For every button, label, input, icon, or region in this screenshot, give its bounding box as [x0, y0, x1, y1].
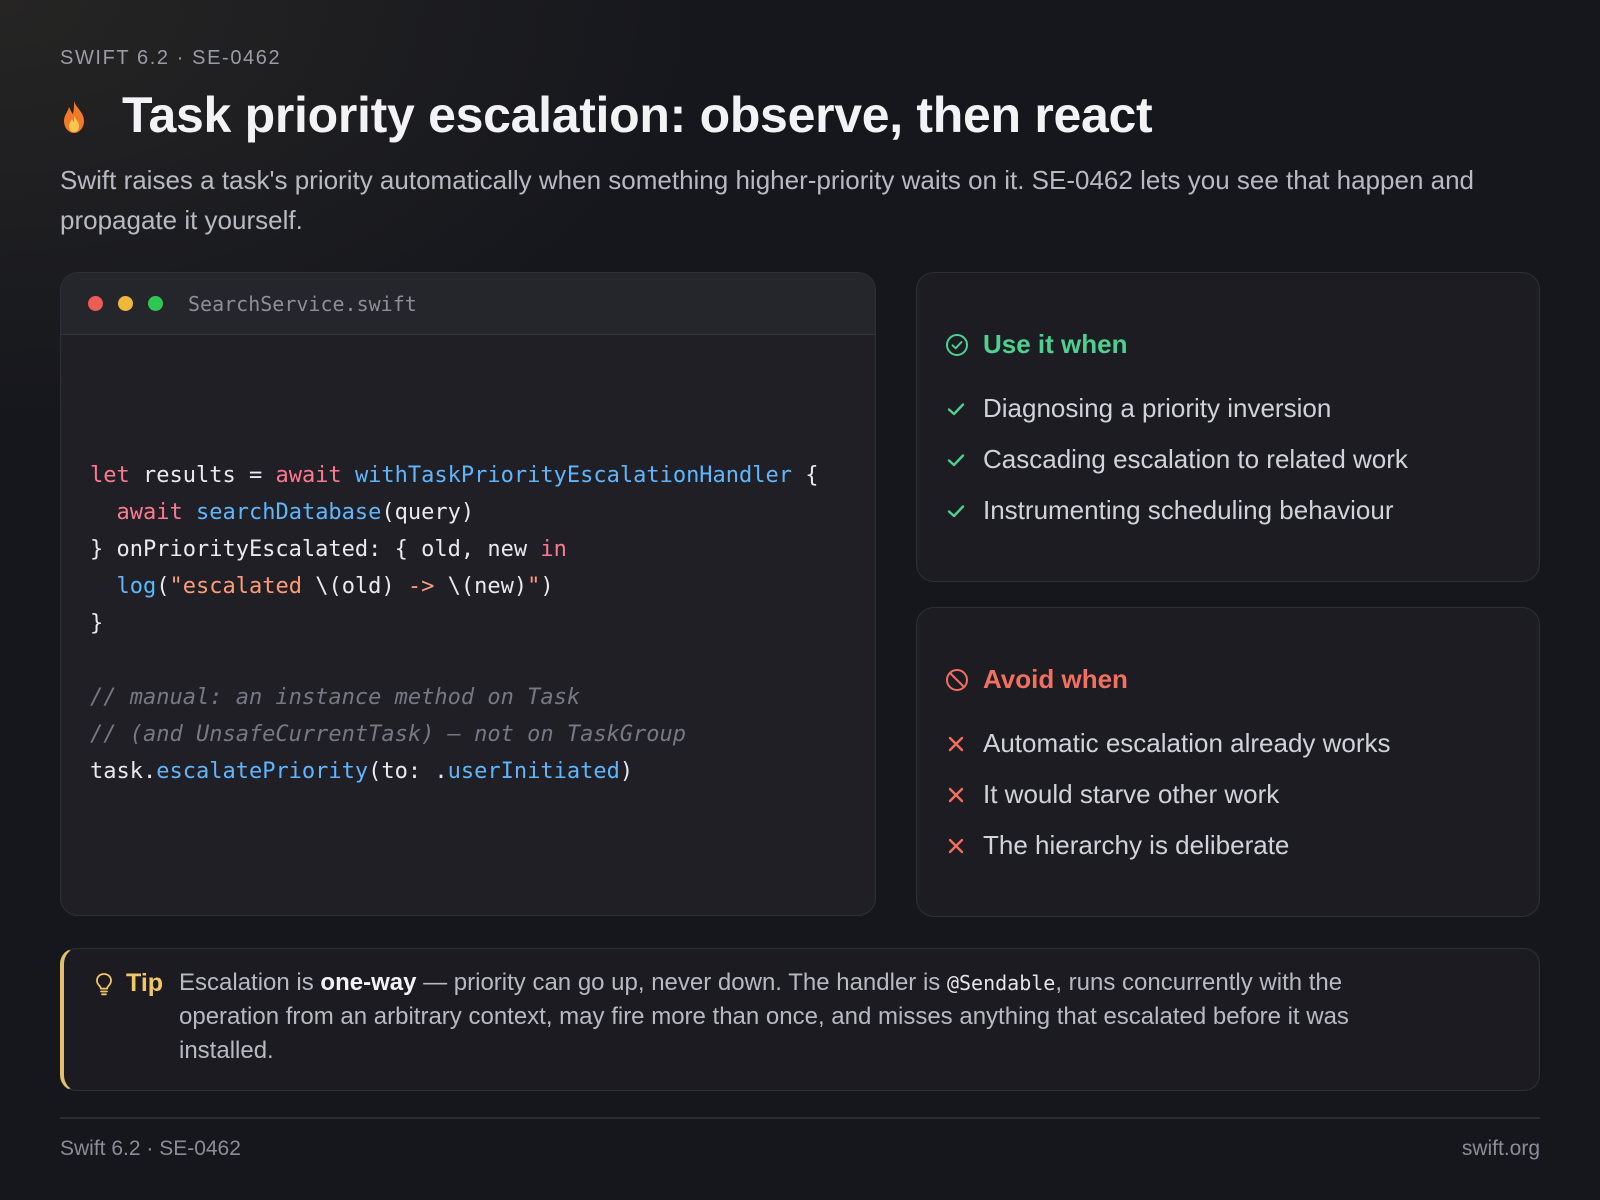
prohibited-icon [946, 668, 968, 691]
use-it-when-title: Use it when [983, 329, 1128, 359]
lightbulb-icon [96, 972, 112, 995]
cross-icon [948, 838, 964, 853]
footer-link[interactable]: swift.org [1462, 1137, 1540, 1161]
code-window-header: SearchService.swift [61, 273, 875, 335]
list-item-label: It would starve other work [983, 779, 1280, 809]
tip-label: Tip [94, 969, 163, 998]
checkmark-icon [947, 453, 965, 466]
list-item: Instrumenting scheduling behaviour [945, 485, 1408, 536]
footer-divider [60, 1117, 1540, 1119]
use-it-when-card: Use it when Diagnosing a priority invers… [916, 272, 1540, 582]
list-item-label: The hierarchy is deliberate [983, 830, 1290, 860]
use-it-when-list: Diagnosing a priority inversion Cascadin… [945, 383, 1408, 536]
list-item: It would starve other work [945, 769, 1391, 820]
avoid-when-list: Automatic escalation already works It wo… [945, 718, 1391, 871]
page-title: Task priority escalation: observe, then … [122, 87, 1153, 143]
minimize-dot-icon [118, 296, 133, 311]
footer-left: Swift 6.2 · SE-0462 [60, 1137, 241, 1160]
close-dot-icon [88, 296, 103, 311]
tip-callout: Tip Escalation is one-way — priority can… [60, 948, 1540, 1091]
tip-emphasis: one-way [320, 969, 417, 996]
code-filename: SearchService.swift [188, 291, 417, 316]
flame-icon [64, 101, 84, 133]
list-item-label: Automatic escalation already works [983, 728, 1391, 758]
avoid-when-title: Avoid when [983, 664, 1128, 694]
checkmark-icon [947, 402, 965, 415]
page-subtitle: Swift raises a task's priority automatic… [60, 165, 1475, 235]
list-item-label: Cascading escalation to related work [983, 444, 1408, 474]
tip-text: Escalation is one-way — priority can go … [179, 966, 1419, 1068]
list-item: Automatic escalation already works [945, 718, 1391, 769]
tip-text-part: Escalation is [179, 969, 321, 996]
cross-icon [948, 787, 964, 802]
check-circle-icon [946, 333, 968, 356]
eyebrow: SWIFT 6.2 · SE-0462 [60, 47, 282, 69]
list-item-label: Instrumenting scheduling behaviour [983, 495, 1394, 525]
title-row: Task priority escalation: observe, then … [60, 86, 1153, 144]
list-item-label: Diagnosing a priority inversion [983, 393, 1332, 423]
list-item: The hierarchy is deliberate [945, 820, 1391, 871]
avoid-when-card: Avoid when Automatic escalation already … [916, 607, 1540, 917]
avoid-when-heading: Avoid when [945, 664, 1128, 695]
code-block: let results = await withTaskPriorityEsca… [90, 463, 819, 784]
page: SWIFT 6.2 · SE-0462 Task priority escala… [60, 0, 1540, 1200]
checkmark-icon [947, 504, 965, 517]
use-it-when-heading: Use it when [945, 329, 1127, 360]
code-card: SearchService.swift let results = await … [60, 272, 876, 916]
list-item: Diagnosing a priority inversion [945, 383, 1408, 434]
tip-code: @Sendable [946, 971, 1056, 995]
cross-icon [948, 736, 964, 751]
list-item: Cascading escalation to related work [945, 434, 1408, 485]
tip-text-part: — priority can go up, never down. The ha… [416, 969, 947, 996]
tip-label-text: Tip [126, 969, 164, 997]
zoom-dot-icon [148, 296, 163, 311]
